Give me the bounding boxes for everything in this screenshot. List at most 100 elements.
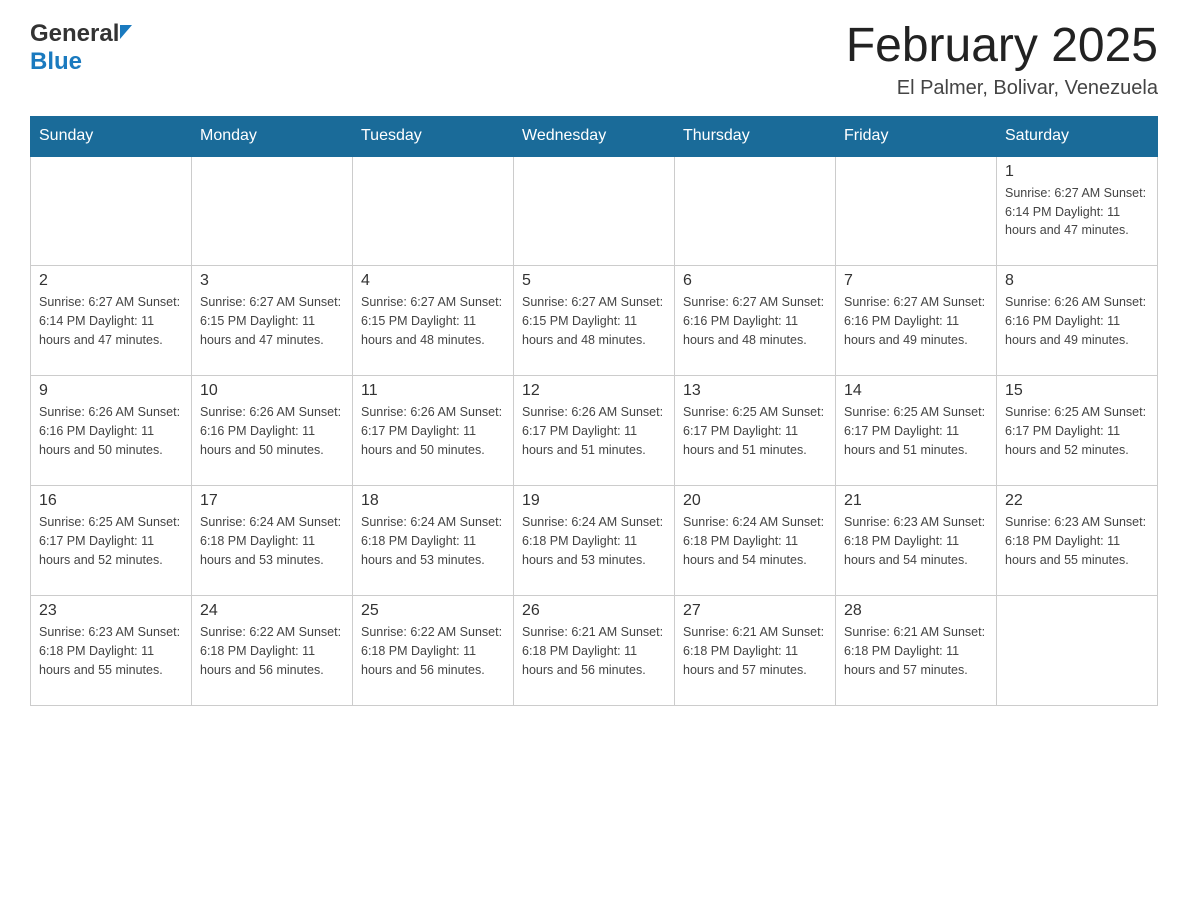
day-number: 12 — [522, 382, 666, 400]
calendar-cell: 20Sunrise: 6:24 AM Sunset: 6:18 PM Dayli… — [675, 486, 836, 596]
calendar-cell: 1 Sunrise: 6:27 AM Sunset: 6:14 PM Daylig… — [997, 156, 1158, 266]
day-of-week-header: Friday — [836, 116, 997, 156]
calendar-cell: 3 Sunrise: 6:27 AM Sunset: 6:15 PM Daylig… — [192, 266, 353, 376]
day-number: 11 — [361, 382, 505, 400]
calendar-cell: 28 Sunrise: 6:21 AM Sunset: 6:18 PM Dayli… — [836, 596, 997, 706]
day-number: 26 — [522, 602, 666, 620]
day-number: 3 — [200, 272, 344, 290]
day-number: 14 — [844, 382, 988, 400]
day-info: Sunrise: 6:24 AM Sunset: 6:18 PM Dayligh… — [522, 513, 666, 569]
day-info: Sunrise: 6:23 AM Sunset: 6:18 PM Dayligh… — [39, 623, 183, 679]
calendar-cell: 10 Sunrise: 6:26 AM Sunset: 6:16 PM Dayli… — [192, 376, 353, 486]
calendar-cell: 22 Sunrise: 6:23 AM Sunset: 6:18 PM Dayli… — [997, 486, 1158, 596]
calendar-cell — [997, 596, 1158, 706]
day-of-week-header: Monday — [192, 116, 353, 156]
day-number: 22 — [1005, 492, 1149, 510]
day-number: 13 — [683, 382, 827, 400]
day-info: Sunrise: 6:27 AM Sunset: 6:15 PM Dayligh… — [200, 293, 344, 349]
calendar-cell: 23 Sunrise: 6:23 AM Sunset: 6:18 PM Dayli… — [31, 596, 192, 706]
logo: General Blue — [30, 20, 132, 76]
day-number: 19 — [522, 492, 666, 510]
calendar-week-row: 9 Sunrise: 6:26 AM Sunset: 6:16 PM Daylig… — [31, 376, 1158, 486]
calendar-title: February 2025 — [846, 20, 1158, 73]
calendar-cell: 24 Sunrise: 6:22 AM Sunset: 6:18 PM Dayli… — [192, 596, 353, 706]
calendar-cell — [675, 156, 836, 266]
day-info: Sunrise: 6:26 AM Sunset: 6:16 PM Dayligh… — [39, 403, 183, 459]
calendar-cell: 21Sunrise: 6:23 AM Sunset: 6:18 PM Dayli… — [836, 486, 997, 596]
day-number: 4 — [361, 272, 505, 290]
calendar-cell: 11Sunrise: 6:26 AM Sunset: 6:17 PM Dayli… — [353, 376, 514, 486]
calendar-table: SundayMondayTuesdayWednesdayThursdayFrid… — [30, 116, 1158, 707]
day-of-week-header: Thursday — [675, 116, 836, 156]
day-info: Sunrise: 6:27 AM Sunset: 6:16 PM Dayligh… — [844, 293, 988, 349]
day-info: Sunrise: 6:27 AM Sunset: 6:14 PM Dayligh… — [39, 293, 183, 349]
day-of-week-header: Wednesday — [514, 116, 675, 156]
calendar-cell: 13 Sunrise: 6:25 AM Sunset: 6:17 PM Dayli… — [675, 376, 836, 486]
day-info: Sunrise: 6:23 AM Sunset: 6:18 PM Dayligh… — [844, 513, 988, 569]
calendar-cell — [31, 156, 192, 266]
calendar-cell: 19 Sunrise: 6:24 AM Sunset: 6:18 PM Dayli… — [514, 486, 675, 596]
day-info: Sunrise: 6:21 AM Sunset: 6:18 PM Dayligh… — [522, 623, 666, 679]
day-number: 15 — [1005, 382, 1149, 400]
calendar-week-row: 23 Sunrise: 6:23 AM Sunset: 6:18 PM Dayli… — [31, 596, 1158, 706]
day-number: 8 — [1005, 272, 1149, 290]
logo-blue-text: Blue — [30, 48, 82, 75]
day-of-week-header: Tuesday — [353, 116, 514, 156]
calendar-cell: 17Sunrise: 6:24 AM Sunset: 6:18 PM Dayli… — [192, 486, 353, 596]
day-number: 23 — [39, 602, 183, 620]
day-info: Sunrise: 6:27 AM Sunset: 6:15 PM Dayligh… — [522, 293, 666, 349]
day-number: 27 — [683, 602, 827, 620]
calendar-cell: 27 Sunrise: 6:21 AM Sunset: 6:18 PM Dayli… — [675, 596, 836, 706]
day-info: Sunrise: 6:26 AM Sunset: 6:16 PM Dayligh… — [200, 403, 344, 459]
calendar-cell — [192, 156, 353, 266]
day-info: Sunrise: 6:27 AM Sunset: 6:14 PM Dayligh… — [1005, 184, 1149, 240]
page-header: General Blue February 2025 El Palmer, Bo… — [30, 20, 1158, 100]
day-number: 25 — [361, 602, 505, 620]
logo-general-text: General — [30, 20, 119, 48]
day-info: Sunrise: 6:26 AM Sunset: 6:17 PM Dayligh… — [522, 403, 666, 459]
calendar-cell: 26 Sunrise: 6:21 AM Sunset: 6:18 PM Dayli… — [514, 596, 675, 706]
day-info: Sunrise: 6:27 AM Sunset: 6:15 PM Dayligh… — [361, 293, 505, 349]
day-number: 2 — [39, 272, 183, 290]
calendar-cell: 2 Sunrise: 6:27 AM Sunset: 6:14 PM Daylig… — [31, 266, 192, 376]
calendar-week-row: 1 Sunrise: 6:27 AM Sunset: 6:14 PM Daylig… — [31, 156, 1158, 266]
day-number: 28 — [844, 602, 988, 620]
calendar-cell: 25 Sunrise: 6:22 AM Sunset: 6:18 PM Dayli… — [353, 596, 514, 706]
day-info: Sunrise: 6:26 AM Sunset: 6:16 PM Dayligh… — [1005, 293, 1149, 349]
calendar-cell: 14 Sunrise: 6:25 AM Sunset: 6:17 PM Dayli… — [836, 376, 997, 486]
day-info: Sunrise: 6:25 AM Sunset: 6:17 PM Dayligh… — [1005, 403, 1149, 459]
calendar-cell: 15 Sunrise: 6:25 AM Sunset: 6:17 PM Dayli… — [997, 376, 1158, 486]
day-info: Sunrise: 6:21 AM Sunset: 6:18 PM Dayligh… — [683, 623, 827, 679]
calendar-cell: 9 Sunrise: 6:26 AM Sunset: 6:16 PM Daylig… — [31, 376, 192, 486]
day-number: 6 — [683, 272, 827, 290]
calendar-cell — [514, 156, 675, 266]
calendar-header: SundayMondayTuesdayWednesdayThursdayFrid… — [31, 116, 1158, 156]
day-number: 16 — [39, 492, 183, 510]
logo-arrow-icon — [120, 25, 132, 39]
day-of-week-header: Sunday — [31, 116, 192, 156]
calendar-cell: 16 Sunrise: 6:25 AM Sunset: 6:17 PM Dayli… — [31, 486, 192, 596]
day-number: 1 — [1005, 163, 1149, 181]
day-number: 10 — [200, 382, 344, 400]
day-info: Sunrise: 6:25 AM Sunset: 6:17 PM Dayligh… — [39, 513, 183, 569]
day-info: Sunrise: 6:21 AM Sunset: 6:18 PM Dayligh… — [844, 623, 988, 679]
day-number: 9 — [39, 382, 183, 400]
day-number: 7 — [844, 272, 988, 290]
day-info: Sunrise: 6:22 AM Sunset: 6:18 PM Dayligh… — [361, 623, 505, 679]
days-of-week-row: SundayMondayTuesdayWednesdayThursdayFrid… — [31, 116, 1158, 156]
calendar-cell: 4 Sunrise: 6:27 AM Sunset: 6:15 PM Daylig… — [353, 266, 514, 376]
day-info: Sunrise: 6:25 AM Sunset: 6:17 PM Dayligh… — [844, 403, 988, 459]
calendar-cell — [836, 156, 997, 266]
calendar-cell — [353, 156, 514, 266]
day-info: Sunrise: 6:25 AM Sunset: 6:17 PM Dayligh… — [683, 403, 827, 459]
calendar-cell: 12 Sunrise: 6:26 AM Sunset: 6:17 PM Dayli… — [514, 376, 675, 486]
calendar-cell: 5Sunrise: 6:27 AM Sunset: 6:15 PM Daylig… — [514, 266, 675, 376]
day-info: Sunrise: 6:24 AM Sunset: 6:18 PM Dayligh… — [361, 513, 505, 569]
title-block: February 2025 El Palmer, Bolivar, Venezu… — [846, 20, 1158, 100]
calendar-subtitle: El Palmer, Bolivar, Venezuela — [846, 77, 1158, 100]
day-info: Sunrise: 6:22 AM Sunset: 6:18 PM Dayligh… — [200, 623, 344, 679]
day-number: 20 — [683, 492, 827, 510]
day-info: Sunrise: 6:23 AM Sunset: 6:18 PM Dayligh… — [1005, 513, 1149, 569]
day-number: 24 — [200, 602, 344, 620]
calendar-body: 1 Sunrise: 6:27 AM Sunset: 6:14 PM Daylig… — [31, 156, 1158, 706]
